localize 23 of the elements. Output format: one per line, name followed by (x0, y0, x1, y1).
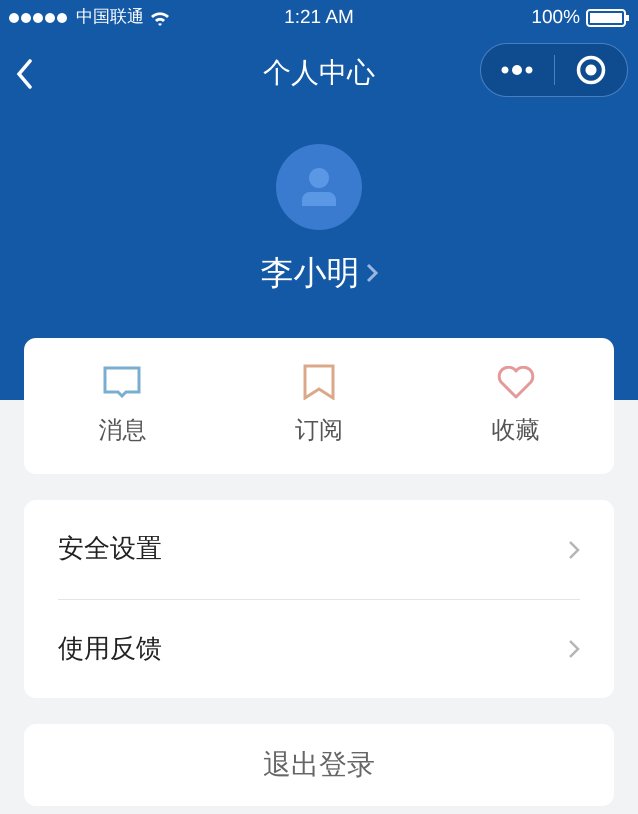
wifi-icon (150, 10, 170, 26)
profile-name-link[interactable]: 李小明 (260, 248, 378, 298)
signal-icon (8, 12, 70, 24)
action-label[interactable]: 消息 (98, 412, 146, 448)
page-title: 个人中心 (263, 55, 375, 91)
status-time: 1:21 AM (283, 6, 355, 30)
menu-item[interactable]: 安全设置 (58, 500, 580, 599)
action-label[interactable]: 收藏 (492, 412, 540, 448)
action-label[interactable]: 订阅 (295, 412, 343, 448)
bookmark-icon (303, 364, 335, 400)
menu-item[interactable]: 使用反馈 (58, 599, 580, 698)
chevron-right-icon (568, 540, 580, 560)
chevron-right-icon (568, 639, 580, 659)
logout-button[interactable]: 退出登录 (24, 724, 614, 806)
battery-percent: 100% (531, 6, 580, 30)
chevron-right-icon (366, 262, 378, 283)
back-icon (16, 59, 32, 89)
target-icon (576, 55, 606, 85)
chat-icon (103, 366, 142, 400)
carrier-name: 中国联通 (76, 6, 144, 30)
battery-icon (586, 9, 630, 27)
heart-icon (496, 366, 535, 400)
more-icon (500, 64, 534, 76)
